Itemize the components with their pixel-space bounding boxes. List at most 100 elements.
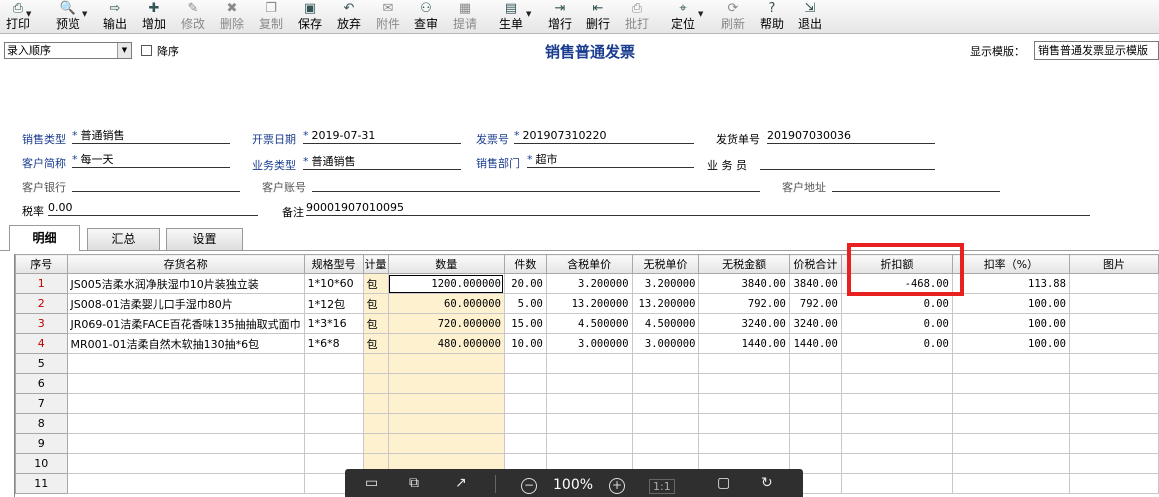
empty-cell[interactable] xyxy=(303,353,364,374)
empty-cell[interactable] xyxy=(951,413,1070,434)
column-header[interactable]: 无税单价 xyxy=(631,254,700,274)
empty-cell[interactable] xyxy=(545,353,633,374)
cell-qty[interactable]: 480.000000 xyxy=(387,333,505,354)
tab-summary[interactable]: 汇总 xyxy=(87,228,160,250)
cell-unit[interactable]: 包 xyxy=(362,313,389,334)
empty-cell[interactable] xyxy=(545,393,633,414)
cell-pieces[interactable]: 20.00 xyxy=(503,273,547,294)
delivery-no-field[interactable]: 201907030036 xyxy=(767,129,935,144)
cell-qty[interactable]: 60.000000 xyxy=(387,293,505,314)
cell-unit[interactable]: 包 xyxy=(362,333,389,354)
empty-cell[interactable] xyxy=(698,393,790,414)
cell-amount[interactable]: 1440.00 xyxy=(698,333,790,354)
business-type-field[interactable]: * 普通销售 xyxy=(303,155,461,170)
table-row[interactable]: 7 xyxy=(15,393,1159,414)
cell-picture[interactable] xyxy=(1068,273,1159,294)
cell-picture[interactable] xyxy=(1068,313,1159,334)
row-number[interactable]: 8 xyxy=(15,413,68,434)
cell-spec[interactable]: 1*10*60 xyxy=(303,273,364,294)
remark-field[interactable]: 90001907010095 xyxy=(306,201,1090,216)
cell-price[interactable]: 3.000000 xyxy=(631,333,700,354)
table-row[interactable]: 2 JS008-01洁柔婴儿口手湿巾80片 1*12包包 60.000000 5.00 1… xyxy=(15,293,1159,314)
chevron-down-icon[interactable]: ▼ xyxy=(26,10,31,18)
empty-cell[interactable] xyxy=(840,433,953,454)
cell-total[interactable]: 3840.00 xyxy=(788,273,842,294)
empty-cell[interactable] xyxy=(362,433,389,454)
cell-name[interactable]: MR001-01洁柔自然木软抽130抽*6包 xyxy=(66,333,305,354)
cell-unit[interactable]: 包 xyxy=(362,273,389,294)
empty-cell[interactable] xyxy=(788,393,842,414)
cell-rate[interactable]: 100.00 xyxy=(951,293,1070,314)
toolbar-button-3[interactable]: ✚ 增加 xyxy=(138,1,170,33)
cell-total[interactable]: 1440.00 xyxy=(788,333,842,354)
cell-price_tax[interactable]: 4.500000 xyxy=(545,313,633,334)
empty-cell[interactable] xyxy=(840,413,953,434)
empty-cell[interactable] xyxy=(66,373,305,394)
row-number[interactable]: 11 xyxy=(15,473,68,494)
cell-name[interactable]: JS005洁柔水润净肤湿巾10片装独立装 xyxy=(66,273,305,294)
tax-field[interactable]: 0.00 xyxy=(48,201,258,216)
empty-cell[interactable] xyxy=(951,433,1070,454)
cell-pieces[interactable]: 5.00 xyxy=(503,293,547,314)
empty-cell[interactable] xyxy=(698,373,790,394)
empty-cell[interactable] xyxy=(387,393,505,414)
toolbar-button-15[interactable]: ⎙ 批打 xyxy=(620,1,654,33)
cell-discount[interactable]: 0.00 xyxy=(840,293,953,314)
address-field[interactable] xyxy=(832,177,1000,192)
empty-cell[interactable] xyxy=(66,413,305,434)
cell-price_tax[interactable]: 3.200000 xyxy=(545,273,633,294)
cell-total[interactable]: 3240.00 xyxy=(788,313,842,334)
empty-cell[interactable] xyxy=(1068,393,1159,414)
cell-discount[interactable]: 0.00 xyxy=(840,333,953,354)
empty-cell[interactable] xyxy=(631,373,700,394)
empty-cell[interactable] xyxy=(503,393,547,414)
column-header[interactable]: 含税单价 xyxy=(545,254,633,274)
crop-icon[interactable]: ▢ xyxy=(717,475,730,491)
empty-cell[interactable] xyxy=(1068,353,1159,374)
empty-cell[interactable] xyxy=(840,453,953,474)
empty-cell[interactable] xyxy=(951,393,1070,414)
column-header[interactable]: 扣率（%） xyxy=(951,254,1070,274)
open-external-icon[interactable]: ⧉ xyxy=(409,475,419,491)
sales-type-field[interactable]: * 普通销售 xyxy=(72,129,230,144)
empty-cell[interactable] xyxy=(303,373,364,394)
empty-cell[interactable] xyxy=(788,353,842,374)
empty-cell[interactable] xyxy=(1068,453,1159,474)
chevron-down-icon[interactable]: ▼ xyxy=(117,43,131,58)
empty-cell[interactable] xyxy=(545,413,633,434)
empty-cell[interactable] xyxy=(951,473,1070,494)
empty-cell[interactable] xyxy=(387,353,505,374)
table-row[interactable]: 3 JR069-01洁柔FACE百花香味135抽抽取式面巾 1*3*16 包 720.0… xyxy=(15,313,1159,334)
table-row[interactable]: 1 JS005洁柔水润净肤湿巾10片装独立装 1*10*60 包 1200.000000… xyxy=(15,273,1159,294)
cell-no[interactable]: 3 xyxy=(15,313,68,334)
bank-field[interactable] xyxy=(72,177,240,192)
toolbar-button-14[interactable]: ⇤ 删行 xyxy=(582,1,614,33)
cell-pieces[interactable]: 10.00 xyxy=(503,333,547,354)
descending-checkbox[interactable] xyxy=(141,45,152,56)
template-select[interactable]: 销售普通发票显示模版 xyxy=(1034,41,1159,60)
cell-price_tax[interactable]: 13.200000 xyxy=(545,293,633,314)
empty-cell[interactable] xyxy=(503,433,547,454)
empty-cell[interactable] xyxy=(631,433,700,454)
tab-settings[interactable]: 设置 xyxy=(166,228,243,250)
empty-cell[interactable] xyxy=(840,473,953,494)
cell-amount[interactable]: 3240.00 xyxy=(698,313,790,334)
empty-cell[interactable] xyxy=(840,393,953,414)
cell-pieces[interactable]: 15.00 xyxy=(503,313,547,334)
empty-cell[interactable] xyxy=(840,373,953,394)
empty-cell[interactable] xyxy=(503,353,547,374)
toolbar-button-7[interactable]: ▣ 保存 xyxy=(294,1,326,33)
cell-discount[interactable]: 0.00 xyxy=(840,313,953,334)
column-header[interactable]: 规格型号 xyxy=(303,254,364,274)
cell-qty[interactable]: 720.000000 xyxy=(387,313,505,334)
cell-no[interactable]: 2 xyxy=(15,293,68,314)
toolbar-button-19[interactable]: ⇲ 退出 xyxy=(794,1,826,33)
empty-cell[interactable] xyxy=(66,473,305,494)
cell-spec[interactable]: 1*6*8 xyxy=(303,333,364,354)
empty-cell[interactable] xyxy=(698,433,790,454)
empty-cell[interactable] xyxy=(951,373,1070,394)
cell-unit[interactable]: 包 xyxy=(362,293,389,314)
cell-picture[interactable] xyxy=(1068,333,1159,354)
row-number[interactable]: 9 xyxy=(15,433,68,454)
empty-cell[interactable] xyxy=(698,413,790,434)
